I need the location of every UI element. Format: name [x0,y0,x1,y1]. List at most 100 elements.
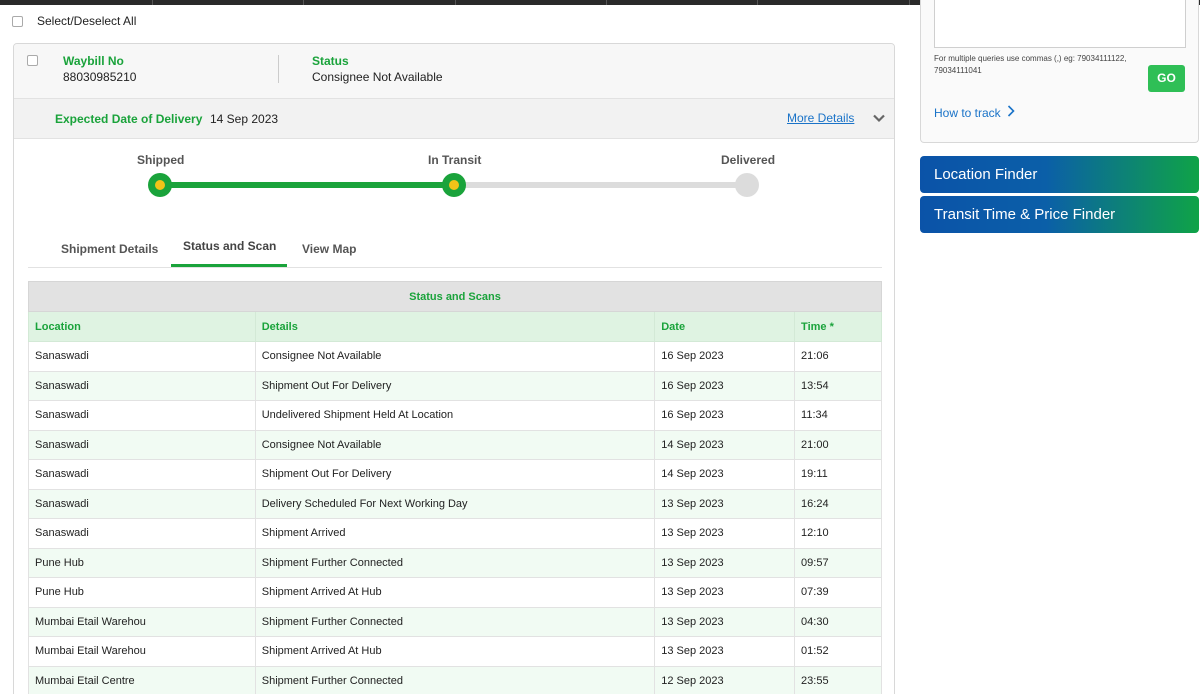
cell-date: 12 Sep 2023 [654,665,796,694]
cell-details: Shipment Arrived [254,518,656,549]
cell-details: Consignee Not Available [254,429,656,460]
cell-location: Mumbai Etail Centre [28,665,256,694]
cell-time: 09:57 [794,547,882,578]
select-all-label: Select/Deselect All [37,14,137,28]
cell-details: Shipment Out For Delivery [254,370,656,401]
cell-details: Shipment Further Connected [254,665,656,694]
active-tab-indicator [171,264,287,267]
table-row: Mumbai Etail Centre Shipment Further Conn… [28,665,882,694]
cell-time: 01:52 [794,636,882,667]
cell-details: Shipment Out For Delivery [254,459,656,490]
cell-location: Pune Hub [28,547,256,578]
col-header-time: Time * [794,311,882,342]
cell-date: 13 Sep 2023 [654,577,796,608]
tab-view-map[interactable]: View Map [302,242,356,256]
how-to-track-label: How to track [934,105,1001,120]
shipment-tabs: Shipment Details Status and Scan View Ma… [28,234,882,268]
cell-date: 14 Sep 2023 [654,429,796,460]
cell-date: 14 Sep 2023 [654,459,796,490]
cell-date: 16 Sep 2023 [654,370,796,401]
table-row: Mumbai Etail Warehou Shipment Further Con… [28,606,882,637]
table-row: Sanaswadi Shipment Out For Delivery 14 Sep… [28,459,882,490]
select-all-control[interactable]: Select/Deselect All [12,14,136,28]
table-row: Mumbai Etail Warehou Shipment Arrived At … [28,636,882,667]
table-row: Sanaswadi Consignee Not Available 14 Sep 2… [28,429,882,460]
table-row: Sanaswadi Delivery Scheduled For Next Wor… [28,488,882,519]
table-row: Sanaswadi Consignee Not Available 16 Sep 2… [28,341,882,372]
location-finder-button[interactable]: Location Finder [920,156,1199,193]
table-row: Pune Hub Shipment Further Connected 13 Sep… [28,547,882,578]
expected-delivery-row: Expected Date of Delivery 14 Sep 2023 Mo… [14,99,894,139]
col-header-date: Date [654,311,796,342]
waybill-block: Waybill No 88030985210 [63,54,136,84]
cell-location: Pune Hub [28,577,256,608]
tab-shipment-details[interactable]: Shipment Details [61,242,158,256]
col-header-details: Details [254,311,656,342]
table-row: Sanaswadi Undelivered Shipment Held At Lo… [28,400,882,431]
table-row: Sanaswadi Shipment Arrived 13 Sep 2023 12:1… [28,518,882,549]
cell-time: 13:54 [794,370,882,401]
col-header-location: Location [28,311,256,342]
cell-date: 13 Sep 2023 [654,488,796,519]
cell-details: Shipment Arrived At Hub [254,577,656,608]
more-details-link[interactable]: More Details [787,111,854,125]
waybill-label: Waybill No [63,54,124,68]
track-panel: For multiple queries use commas (,) eg: … [920,0,1199,143]
cell-time: 19:11 [794,459,882,490]
how-to-track-link[interactable]: How to track [934,105,1015,120]
waybill-number: 88030985210 [63,70,137,84]
select-all-checkbox[interactable] [12,15,23,27]
cell-time: 16:24 [794,488,882,519]
step-label-shipped: Shipped [137,153,185,167]
shipment-checkbox[interactable] [27,55,38,66]
cell-time: 11:34 [794,400,882,431]
cell-time: 12:10 [794,518,882,549]
status-value: Consignee Not Available [312,70,443,84]
cell-date: 16 Sep 2023 [654,341,796,372]
transit-time-price-finder-button[interactable]: Transit Time & Price Finder [920,196,1199,233]
cell-location: Sanaswadi [28,488,256,519]
cell-time: 21:00 [794,429,882,460]
progress-track-complete [160,182,454,188]
cell-time: 21:06 [794,341,882,372]
cell-details: Undelivered Shipment Held At Location [254,400,656,431]
waybill-query-input[interactable] [934,0,1186,48]
cell-date: 13 Sep 2023 [654,636,796,667]
cell-location: Mumbai Etail Warehou [28,606,256,637]
go-button[interactable]: GO [1148,65,1185,92]
cell-location: Mumbai Etail Warehou [28,636,256,667]
step-label-delivered: Delivered [721,153,776,167]
cell-location: Sanaswadi [28,518,256,549]
cell-details: Shipment Further Connected [254,547,656,578]
progress-track-pending [454,182,748,188]
step-dot-in-transit [442,173,466,197]
cell-time: 04:30 [794,606,882,637]
cell-time: 23:55 [794,665,882,694]
status-block: Status Consignee Not Available [312,54,443,84]
tab-status-and-scan[interactable]: Status and Scan [183,239,276,253]
chevron-down-icon[interactable] [871,110,887,126]
step-dot-shipped [148,173,172,197]
query-hint: For multiple queries use commas (,) eg: … [934,54,1127,75]
table-header-row: Location Details Date Time * [28,311,882,342]
cell-location: Sanaswadi [28,370,256,401]
shipment-card: Waybill No 88030985210 Status Consignee … [13,43,895,694]
cell-details: Delivery Scheduled For Next Working Day [254,488,656,519]
status-label: Status [312,54,349,68]
step-label-in-transit: In Transit [428,153,482,167]
table-caption: Status and Scans [28,281,882,312]
step-dot-delivered [735,173,759,197]
cell-date: 13 Sep 2023 [654,518,796,549]
cell-location: Sanaswadi [28,459,256,490]
cell-time: 07:39 [794,577,882,608]
edd-value: 14 Sep 2023 [210,112,279,126]
cell-location: Sanaswadi [28,341,256,372]
cell-details: Shipment Arrived At Hub [254,636,656,667]
table-row: Pune Hub Shipment Arrived At Hub 13 Sep 20… [28,577,882,608]
cell-details: Shipment Further Connected [254,606,656,637]
delivery-progress: Shipped In Transit Delivered [14,140,894,235]
cell-date: 13 Sep 2023 [654,547,796,578]
edd-label: Expected Date of Delivery [55,112,203,126]
table-row: Sanaswadi Shipment Out For Delivery 16 Sep… [28,370,882,401]
shipment-header: Waybill No 88030985210 Status Consignee … [14,44,894,99]
